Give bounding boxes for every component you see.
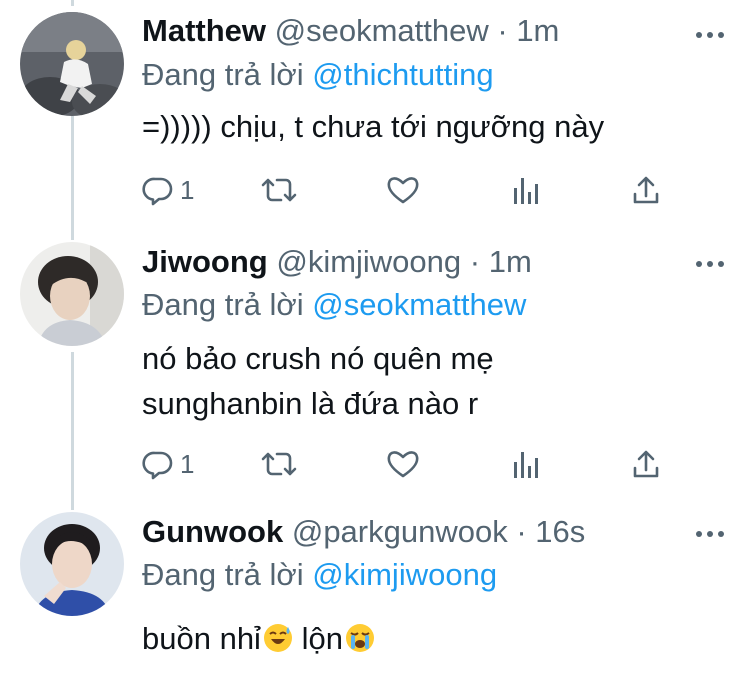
- tweet-text: =))))) chịu, t chưa tới ngưỡng này: [142, 104, 604, 149]
- avatar[interactable]: [20, 512, 124, 616]
- crying-emoji: [345, 624, 374, 652]
- reply-button[interactable]: 1: [142, 172, 194, 208]
- share-button[interactable]: [632, 172, 660, 208]
- mention-link[interactable]: @seokmatthew: [312, 287, 526, 322]
- tweet[interactable]: Matthew @seokmatthew · 1m Đang trả lời @…: [0, 0, 750, 232]
- tweet[interactable]: Gunwook @parkgunwook · 16s Đang trả lời …: [0, 510, 750, 688]
- mention-link[interactable]: @kimjiwoong: [312, 557, 497, 592]
- share-icon: [633, 176, 659, 204]
- share-icon: [633, 450, 659, 478]
- like-icon: [387, 451, 419, 478]
- tweet-text-part: lộn: [292, 621, 343, 656]
- more-icon[interactable]: [694, 531, 726, 539]
- timestamp[interactable]: 16s: [535, 514, 585, 549]
- analytics-button[interactable]: [512, 172, 542, 208]
- timestamp[interactable]: 1m: [516, 13, 559, 48]
- tweet-text-line: =))))) chịu, t chưa tới ngưỡng này: [142, 109, 605, 144]
- user-handle[interactable]: @parkgunwook: [292, 514, 508, 549]
- tweet-text-line: sunghanbin là đứa nào r: [142, 386, 479, 421]
- user-handle[interactable]: @kimjiwoong: [276, 244, 461, 279]
- action-bar: 1: [142, 172, 662, 208]
- avatar[interactable]: [20, 12, 124, 116]
- separator: ·: [469, 244, 481, 279]
- more-icon[interactable]: [694, 261, 726, 269]
- grinning-sweat-emoji: [263, 624, 292, 652]
- mention-link[interactable]: @thichtutting: [312, 57, 493, 92]
- action-bar: 1: [142, 446, 662, 482]
- replying-to: Đang trả lời @kimjiwoong: [142, 556, 497, 594]
- like-icon: [387, 177, 419, 204]
- separator: ·: [497, 13, 508, 48]
- tweet-text: buồn nhỉ lộn: [142, 616, 375, 661]
- display-name[interactable]: Matthew: [142, 13, 266, 48]
- display-name[interactable]: Jiwoong: [142, 244, 268, 279]
- share-button[interactable]: [632, 446, 660, 482]
- more-icon[interactable]: [694, 32, 726, 40]
- retweet-button[interactable]: [260, 446, 298, 482]
- timestamp[interactable]: 1m: [489, 244, 532, 279]
- tweet-text-part: buồn nhỉ: [142, 621, 261, 656]
- tweet-text-line: nó bảo crush nó quên mẹ: [142, 341, 494, 376]
- retweet-button[interactable]: [260, 172, 298, 208]
- reply-icon: [142, 451, 173, 480]
- reply-icon: [142, 177, 173, 206]
- analytics-icon: [514, 178, 538, 204]
- analytics-icon: [514, 452, 538, 478]
- like-button[interactable]: [386, 446, 420, 482]
- replying-prefix: Đang trả lời: [142, 287, 304, 322]
- replying-prefix: Đang trả lời: [142, 57, 304, 92]
- reply-count: 1: [180, 448, 195, 479]
- tweet-text: nó bảo crush nó quên mẹ sunghanbin là đứ…: [142, 336, 494, 426]
- display-name[interactable]: Gunwook: [142, 514, 283, 549]
- retweet-icon: [261, 178, 297, 202]
- tweet[interactable]: Jiwoong @kimjiwoong · 1m Đang trả lời @s…: [0, 240, 750, 502]
- reply-button[interactable]: 1: [142, 446, 194, 482]
- avatar[interactable]: [20, 242, 124, 346]
- reply-count: 1: [180, 174, 195, 205]
- tweet-header: Jiwoong @kimjiwoong · 1m: [142, 243, 532, 281]
- user-handle[interactable]: @seokmatthew: [275, 13, 489, 48]
- separator: ·: [516, 514, 527, 549]
- tweet-header: Matthew @seokmatthew · 1m: [142, 12, 559, 50]
- tweet-header: Gunwook @parkgunwook · 16s: [142, 513, 585, 551]
- analytics-button[interactable]: [512, 446, 542, 482]
- replying-to: Đang trả lời @thichtutting: [142, 56, 494, 94]
- replying-to: Đang trả lời @seokmatthew: [142, 286, 526, 324]
- retweet-icon: [261, 452, 297, 476]
- like-button[interactable]: [386, 172, 420, 208]
- replying-prefix: Đang trả lời: [142, 557, 304, 592]
